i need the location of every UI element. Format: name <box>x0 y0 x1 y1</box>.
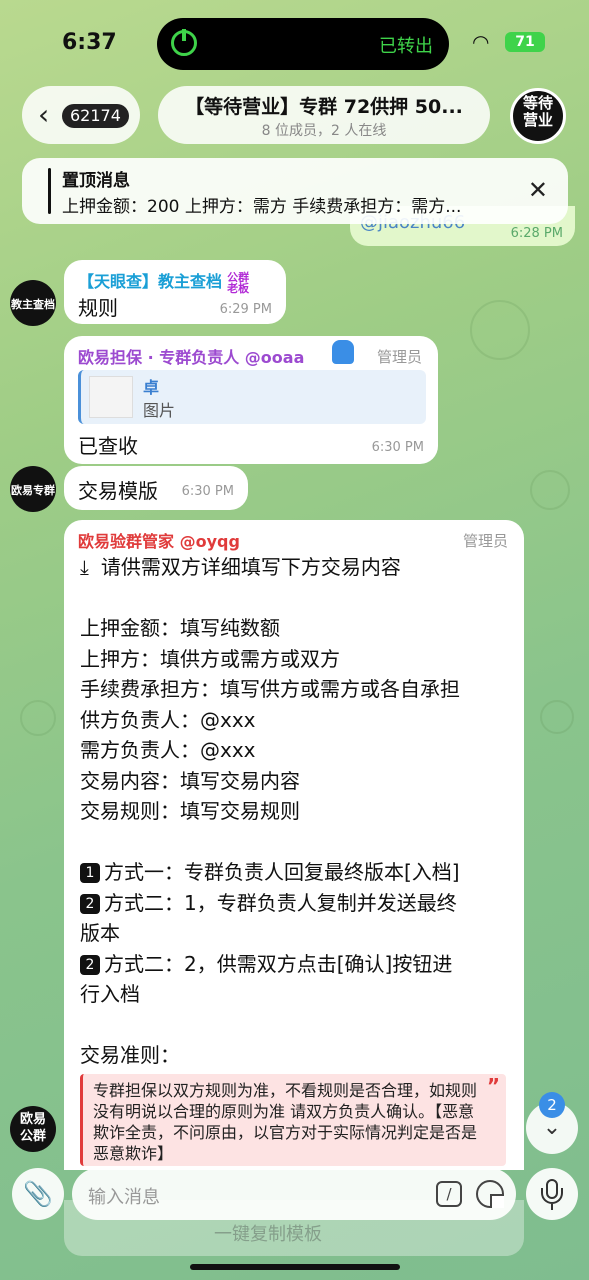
template-heading: ⤓ 请供需双方详细填写下方交易内容 <box>80 552 520 583</box>
input-placeholder: 输入消息 <box>88 1187 160 1208</box>
dynamic-island[interactable]: 已转出 <box>157 18 449 70</box>
avatar[interactable]: 教主查档 <box>10 280 56 326</box>
reply-preview[interactable]: 卓 图片 <box>78 370 426 424</box>
sender-name[interactable]: 欧易验群管家 @oyqg <box>78 528 240 552</box>
reply-title: 卓 <box>143 378 160 397</box>
wallpaper-doodle <box>470 300 530 360</box>
message-bubble[interactable]: 欧易验群管家 @oyqg 管理员 ⤓ 请供需双方详细填写下方交易内容 上押金额：填… <box>64 520 524 1170</box>
chat-title: 【等待营业】专群 72供押 50... <box>185 96 463 118</box>
back-button[interactable]: ‹ 62174 <box>22 86 140 144</box>
sender-name[interactable]: 欧易担保 · 专群负责人 @ooaa <box>78 344 304 368</box>
admin-label: 管理员 <box>462 532 508 550</box>
message-time: 6:30 PM <box>371 440 424 455</box>
message-bubble[interactable]: 欧易担保 · 专群负责人 @ooaa 管理员 卓 图片 已查收 6:30 PM <box>64 336 438 464</box>
pinned-title: 置顶消息 <box>62 171 130 191</box>
message-time: 6:28 PM <box>510 226 563 241</box>
message-text: 已查收 <box>78 434 138 458</box>
chevron-down-icon: ⌄ <box>542 1115 562 1140</box>
battery-icon: 71 <box>505 32 545 52</box>
method-text: 行入档 <box>80 982 140 1006</box>
pinned-text: 上押金额：200 上押方：需方 手续费承担方：需方... <box>62 197 462 217</box>
avatar-text: 等待 <box>522 94 553 112</box>
chat-subtitle: 8 位成员，2 人在线 <box>261 123 387 139</box>
method-line: 2 方式二：1，专群负责人复制并发送最终 <box>80 888 520 919</box>
method-text: 方式一：专群负责人回复最终版本[入档] <box>104 860 460 884</box>
avatar-text: 教主查档 <box>11 298 55 311</box>
wallpaper-doodle <box>20 700 56 736</box>
island-status-text: 已转出 <box>379 36 433 57</box>
voice-button[interactable] <box>526 1168 578 1220</box>
microphone-stem <box>551 1204 553 1210</box>
number-badge: 1 <box>80 863 100 883</box>
pinned-indicator <box>48 168 51 214</box>
method-line: 2 方式二：2，供需双方点击[确认]按钮进 <box>80 949 520 980</box>
template-text: ⤓ 请供需双方详细填写下方交易内容 上押金额：填写纯数额 上押方：填供方或需方或双… <box>80 552 520 1071</box>
message-text: 规则 <box>78 296 118 320</box>
wallpaper-doodle <box>540 700 574 734</box>
message-input[interactable]: 输入消息 / <box>72 1168 516 1220</box>
rules-quote: 专群担保以双方规则为准，不看规则是否合理，如规则没有明说以合理的原则为准 请双方… <box>80 1074 506 1166</box>
avatar-text: 公群 <box>19 1129 46 1144</box>
command-icon[interactable]: / <box>436 1181 462 1207</box>
avatar-text: 欧易 <box>19 1112 46 1127</box>
template-field: 手续费承担方：填写供方或需方或各自承担 <box>80 677 460 701</box>
template-field: 交易内容：填写交易内容 <box>80 768 300 793</box>
admin-label: 管理员 <box>376 348 422 366</box>
microphone-stand <box>541 1188 563 1204</box>
chat-header[interactable]: 【等待营业】专群 72供押 50... 8 位成员，2 人在线 <box>158 86 490 144</box>
sender-emoji-icon <box>332 340 354 364</box>
number-badge: 2 <box>80 893 100 914</box>
pinned-message[interactable]: 置顶消息 上押金额：200 上押方：需方 手续费承担方：需方... ✕ <box>22 158 568 224</box>
status-time: 6:37 <box>62 30 117 55</box>
attach-button[interactable]: 📎 <box>12 1168 64 1220</box>
download-icon: ⤓ <box>80 555 89 579</box>
group-avatar[interactable]: 等待 营业 <box>510 88 566 144</box>
status-bar: 6:37 已转出 ◠ 71 <box>0 0 589 80</box>
method-line: 1 方式一：专群负责人回复最终版本[入档] <box>80 857 520 888</box>
template-field: 供方负责人：@xxx <box>80 707 256 732</box>
unread-chats-count: 62174 <box>62 104 129 128</box>
quote-text: 专群担保以双方规则为准，不看规则是否合理，如规则没有明说以合理的原则为准 请双方… <box>93 1081 478 1163</box>
reply-thumbnail <box>89 376 133 418</box>
avatar-text: 营业 <box>522 111 553 129</box>
wallpaper-doodle <box>530 470 570 510</box>
avatar[interactable]: 欧易 公群 <box>10 1106 56 1152</box>
button-label: 一键复制模板 <box>214 1224 322 1245</box>
template-field: 交易规则：填写交易规则 <box>80 799 300 823</box>
close-icon[interactable]: ✕ <box>528 176 548 204</box>
message-bubble[interactable]: 【天眼查】教主查档 公群 老板 规则 6:29 PM <box>64 260 286 324</box>
reply-subtitle: 图片 <box>143 401 176 420</box>
chevron-left-icon: ‹ <box>38 98 50 131</box>
message-time: 6:29 PM <box>219 302 272 317</box>
heading-text: 请供需双方详细填写下方交易内容 <box>100 555 401 579</box>
rules-title: 交易准则： <box>80 1043 180 1067</box>
template-field: 上押金额：填写纯数额 <box>80 616 280 640</box>
unread-badge: 2 <box>539 1092 565 1118</box>
message-bubble[interactable]: 交易模版 6:30 PM <box>64 466 248 510</box>
home-indicator[interactable] <box>190 1264 400 1270</box>
method-text: 方式二：2，供需双方点击[确认]按钮进 <box>104 951 453 976</box>
sender-name[interactable]: 【天眼查】教主查档 <box>78 272 222 291</box>
method-text: 方式二：1，专群负责人复制并发送最终 <box>104 890 457 915</box>
quote-icon: ” <box>486 1074 500 1098</box>
number-badge: 2 <box>80 954 100 975</box>
message-text: 交易模版 <box>78 479 158 503</box>
method-text: 版本 <box>80 921 120 945</box>
tag-text: 公群 <box>227 270 250 284</box>
sender-tag: 公群 老板 <box>227 272 249 294</box>
message-time: 6:30 PM <box>181 484 234 499</box>
wifi-icon: ◠ <box>472 30 490 54</box>
avatar[interactable]: 欧易专群 <box>10 466 56 512</box>
sticker-icon[interactable] <box>476 1180 504 1208</box>
power-icon <box>171 29 197 56</box>
paperclip-icon: 📎 <box>23 1180 53 1208</box>
template-field: 需方负责人：@xxx <box>80 738 256 762</box>
template-field: 上押方：填供方或需方或双方 <box>80 646 340 671</box>
tag-text: 老板 <box>227 281 250 295</box>
avatar-text: 欧易专群 <box>11 484 55 497</box>
